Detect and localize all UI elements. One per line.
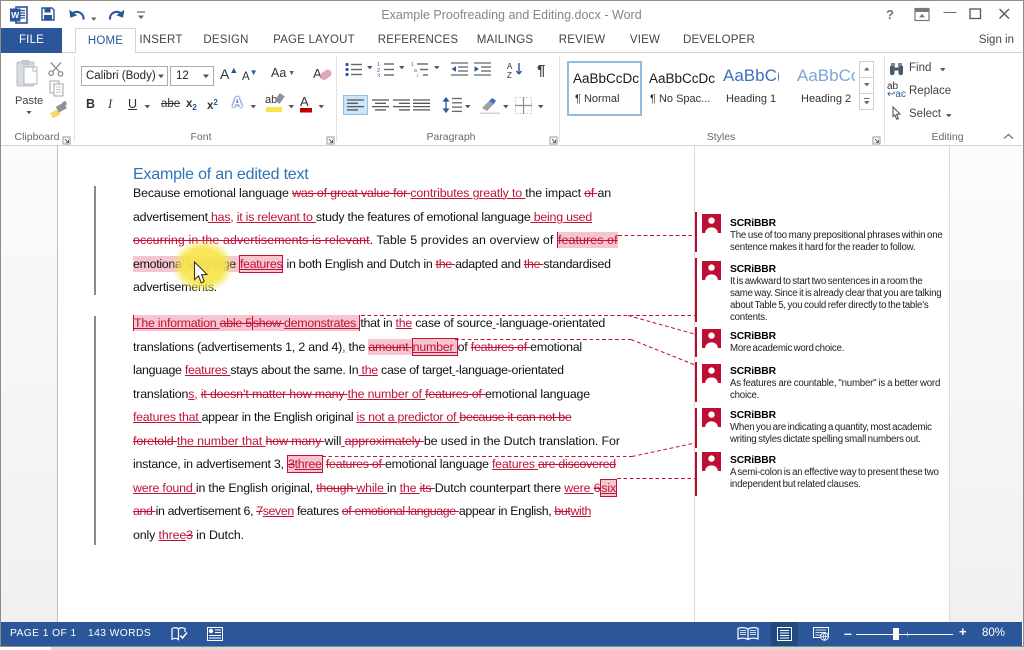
svg-text:A: A bbox=[507, 62, 513, 71]
svg-text:i: i bbox=[417, 74, 418, 78]
svg-text:A: A bbox=[313, 66, 322, 81]
svg-text:3: 3 bbox=[377, 74, 380, 78]
svg-text:Z: Z bbox=[507, 71, 512, 78]
